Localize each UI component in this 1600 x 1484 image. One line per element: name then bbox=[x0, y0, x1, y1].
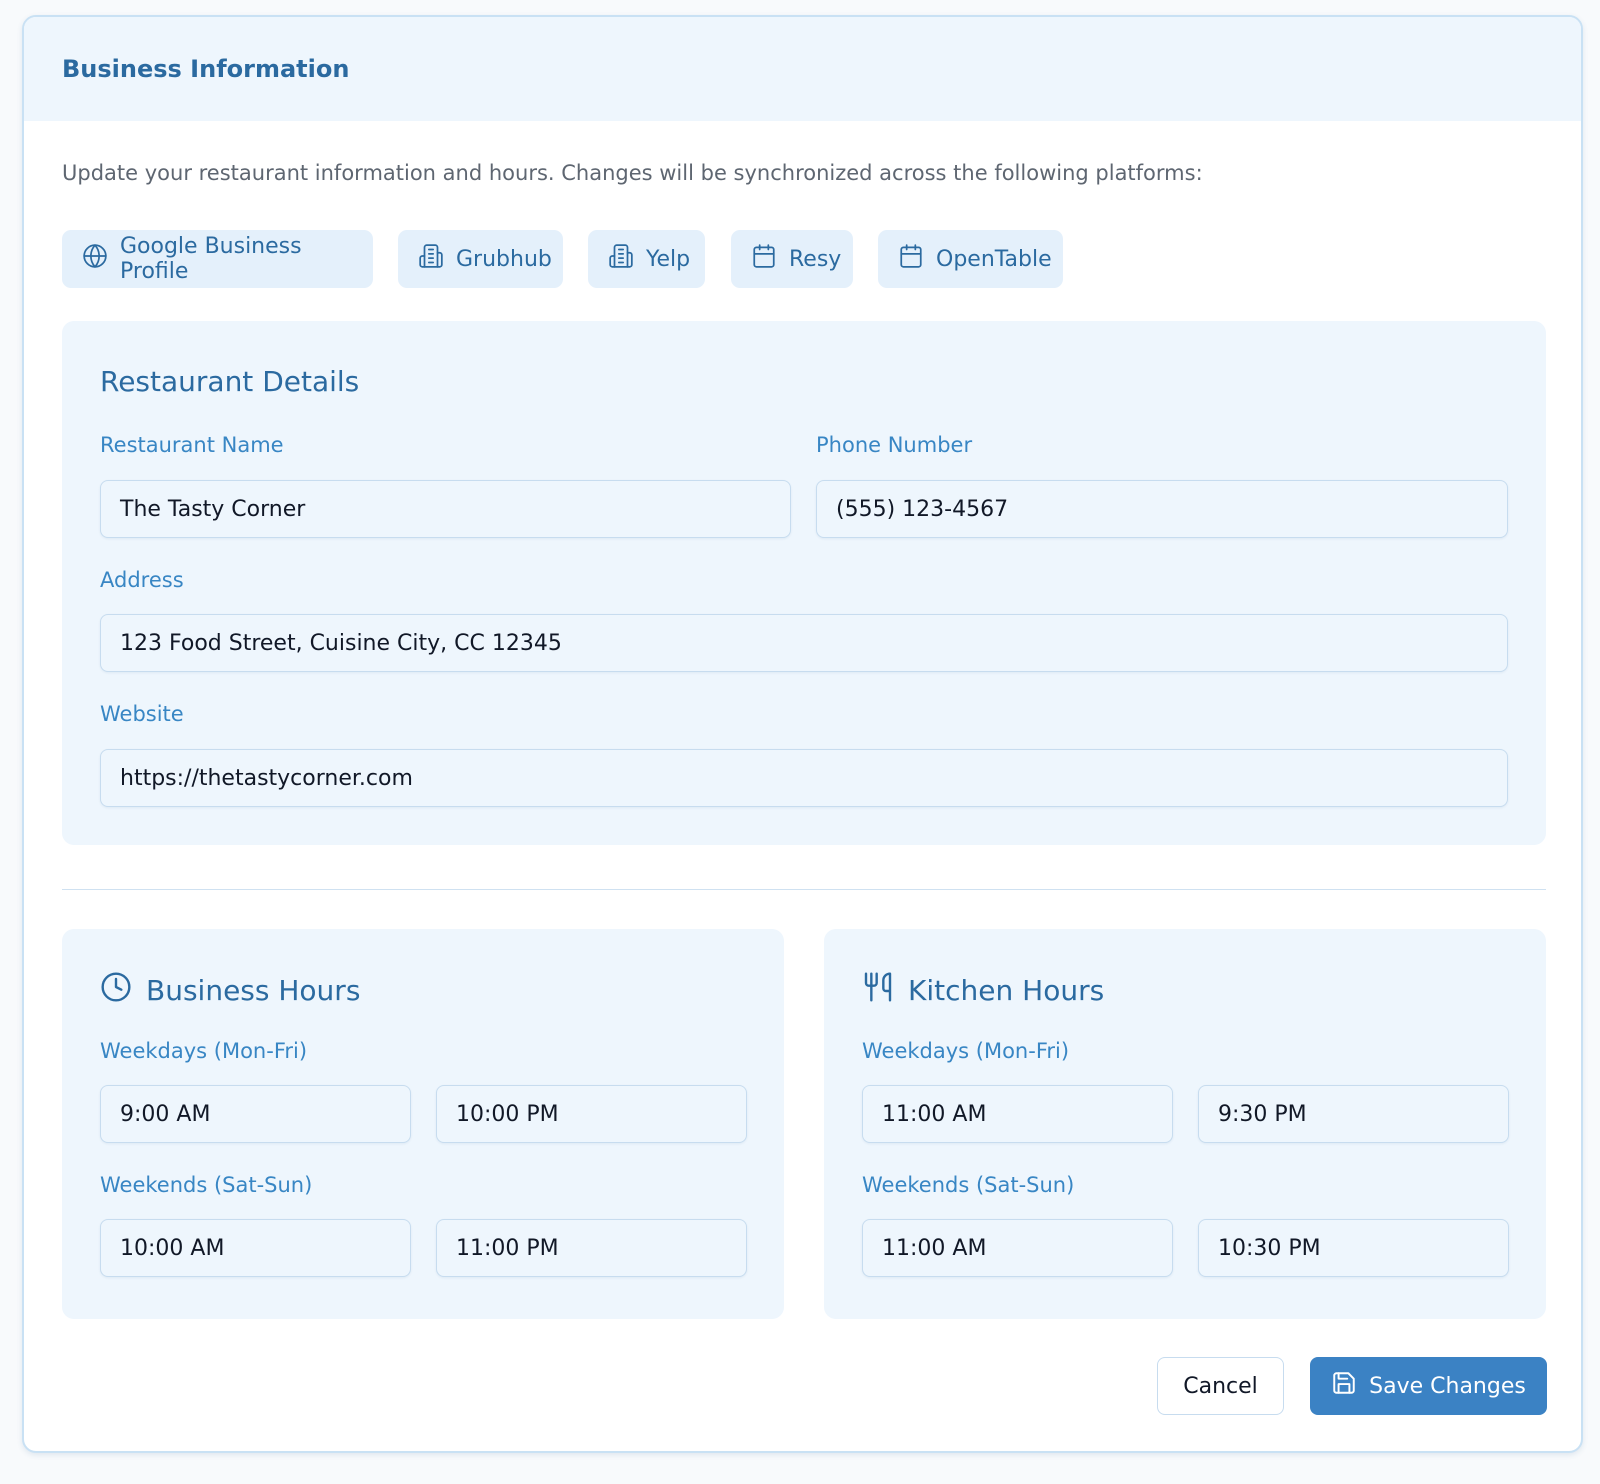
utensils-icon bbox=[862, 971, 908, 1010]
platform-label: Google Business Profile bbox=[120, 234, 302, 284]
calendar-icon bbox=[751, 243, 789, 275]
platform-chip-opentable[interactable]: OpenTable bbox=[878, 230, 1063, 288]
save-changes-button[interactable]: Save Changes bbox=[1310, 1357, 1547, 1415]
kitchen-weekends-close-time-input[interactable]: 10:30 PM bbox=[1198, 1219, 1509, 1277]
platform-label: Grubhub bbox=[456, 246, 552, 272]
platform-label: Yelp bbox=[646, 246, 691, 272]
kitchen-weekends-open-time-input[interactable]: 11:00 AM bbox=[862, 1219, 1173, 1277]
business-hours-title-text: Business Hours bbox=[146, 974, 361, 1007]
card-header: Business Information bbox=[24, 17, 1581, 121]
globe-icon bbox=[82, 243, 120, 275]
platform-label: Resy bbox=[789, 246, 842, 272]
intro-text: Update your restaurant information and h… bbox=[62, 161, 1203, 185]
weekends-label: Weekends (Sat-Sun) bbox=[100, 1173, 313, 1197]
kitchen-hours-title-text: Kitchen Hours bbox=[908, 974, 1105, 1007]
building-icon bbox=[418, 243, 456, 275]
weekdays-label: Weekdays (Mon-Fri) bbox=[862, 1039, 1070, 1063]
business-information-card: Business Information Update your restaur… bbox=[22, 15, 1583, 1453]
address-input[interactable]: 123 Food Street, Cuisine City, CC 12345 bbox=[100, 614, 1508, 672]
save-icon bbox=[1331, 1370, 1369, 1402]
section-divider bbox=[62, 889, 1546, 890]
business-hours-panel: Business Hours Weekdays (Mon-Fri) 9:00 A… bbox=[62, 929, 784, 1319]
platform-chip-grubhub[interactable]: Grubhub bbox=[398, 230, 563, 288]
platform-label: OpenTable bbox=[936, 246, 1052, 272]
weekdays-label: Weekdays (Mon-Fri) bbox=[100, 1039, 308, 1063]
calendar-icon bbox=[898, 243, 936, 275]
kitchen-hours-title: Kitchen Hours bbox=[862, 971, 1104, 1010]
platform-chip-yelp[interactable]: Yelp bbox=[588, 230, 705, 288]
phone-number-label: Phone Number bbox=[816, 433, 973, 457]
address-label: Address bbox=[100, 568, 184, 592]
business-hours-title: Business Hours bbox=[100, 971, 360, 1010]
cancel-button[interactable]: Cancel bbox=[1157, 1357, 1284, 1415]
restaurant-details-panel: Restaurant Details Restaurant Name The T… bbox=[62, 321, 1546, 845]
restaurant-name-label: Restaurant Name bbox=[100, 433, 284, 457]
kitchen-hours-panel: Kitchen Hours Weekdays (Mon-Fri) 11:00 A… bbox=[824, 929, 1546, 1319]
restaurant-name-input[interactable]: The Tasty Corner bbox=[100, 480, 791, 538]
building-icon bbox=[608, 243, 646, 275]
website-label: Website bbox=[100, 702, 184, 726]
weekends-label: Weekends (Sat-Sun) bbox=[862, 1173, 1075, 1197]
kitchen-weekdays-close-time-input[interactable]: 9:30 PM bbox=[1198, 1085, 1509, 1143]
platform-chip-google[interactable]: Google Business Profile bbox=[62, 230, 373, 288]
weekdays-close-time-input[interactable]: 10:00 PM bbox=[436, 1085, 747, 1143]
page-title: Business Information bbox=[62, 55, 350, 83]
platform-chip-resy[interactable]: Resy bbox=[731, 230, 853, 288]
website-input[interactable]: https://thetastycorner.com bbox=[100, 749, 1508, 807]
save-changes-label: Save Changes bbox=[1369, 1373, 1526, 1399]
section-title: Restaurant Details bbox=[100, 365, 360, 398]
weekdays-open-time-input[interactable]: 9:00 AM bbox=[100, 1085, 411, 1143]
kitchen-weekdays-open-time-input[interactable]: 11:00 AM bbox=[862, 1085, 1173, 1143]
clock-icon bbox=[100, 971, 146, 1010]
weekends-open-time-input[interactable]: 10:00 AM bbox=[100, 1219, 411, 1277]
weekends-close-time-input[interactable]: 11:00 PM bbox=[436, 1219, 747, 1277]
phone-number-input[interactable]: (555) 123-4567 bbox=[816, 480, 1508, 538]
